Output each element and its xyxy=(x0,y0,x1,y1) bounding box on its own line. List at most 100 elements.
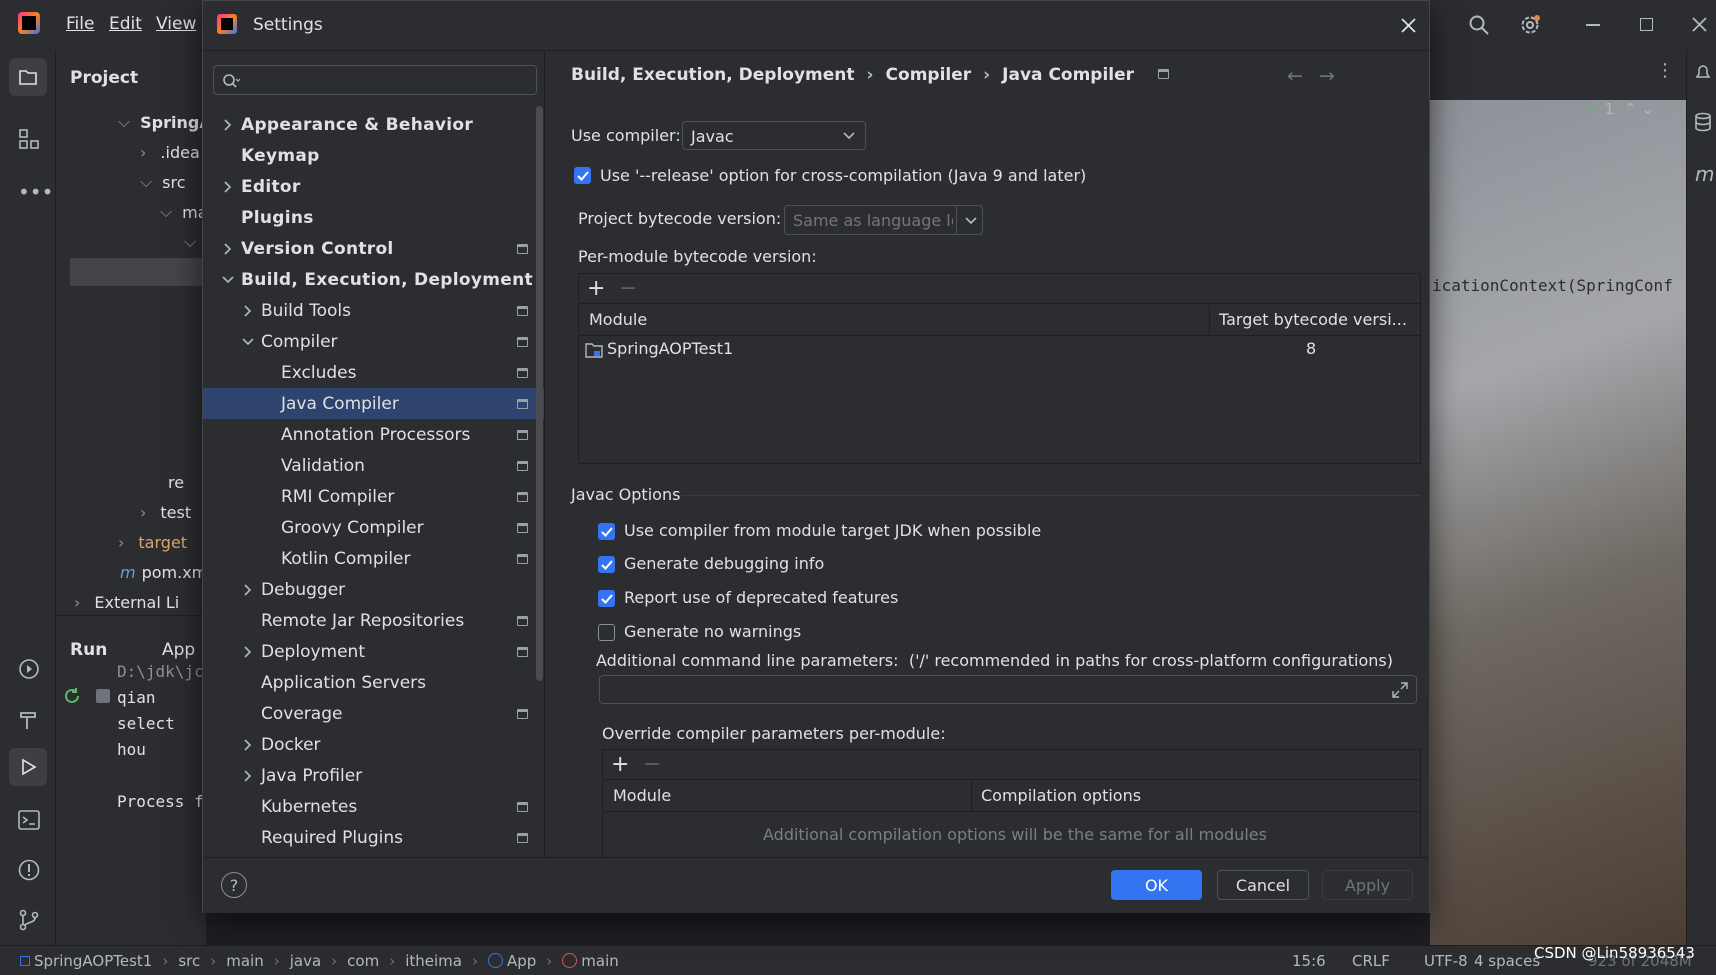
col-target-bytecode[interactable]: Target bytecode versi... xyxy=(1219,310,1407,329)
chevron-right-icon[interactable] xyxy=(221,118,235,132)
nav-item[interactable]: Remote Jar Repositories xyxy=(203,605,544,636)
bytecode-version-input[interactable] xyxy=(793,210,953,230)
git-branch-icon[interactable] xyxy=(17,908,41,932)
crumb[interactable]: itheima xyxy=(405,952,462,970)
terminal-icon[interactable] xyxy=(17,808,41,832)
nav-item[interactable]: Coverage xyxy=(203,698,544,729)
nav-item[interactable]: Build, Execution, Deployment xyxy=(203,264,544,295)
crumb[interactable]: main xyxy=(226,952,263,970)
maximize-button[interactable] xyxy=(1640,18,1653,31)
nav-item[interactable]: RMI Compiler xyxy=(203,481,544,512)
caret-position[interactable]: 15:6 xyxy=(1292,952,1326,970)
app-run-tab[interactable]: App xyxy=(162,640,195,660)
expand-icon[interactable] xyxy=(1392,682,1408,698)
back-arrow-icon[interactable]: ← xyxy=(1287,65,1303,87)
run-tool-button[interactable] xyxy=(9,748,47,786)
status-breadcrumb[interactable]: SpringAOPTest1 › src › main › java › com › itheima… xyxy=(20,952,619,970)
tree-selected-row[interactable] xyxy=(70,258,206,286)
crumb-build[interactable]: Build, Execution, Deployment xyxy=(571,65,855,85)
forward-arrow-icon[interactable]: → xyxy=(1319,65,1335,87)
nav-item[interactable]: Validation xyxy=(203,450,544,481)
nav-scrollbar[interactable] xyxy=(536,106,543,681)
chevron-right-icon[interactable] xyxy=(221,180,235,194)
nav-item[interactable]: Excludes xyxy=(203,357,544,388)
services-icon[interactable] xyxy=(17,657,41,681)
tree-item-test[interactable]: › test xyxy=(140,498,191,526)
javac-option-1-checkbox[interactable] xyxy=(598,556,615,573)
crumb[interactable]: SpringAOPTest1 xyxy=(34,952,152,970)
close-window-icon[interactable] xyxy=(1692,17,1707,32)
javac-option-2-checkbox[interactable] xyxy=(598,590,615,607)
minimize-button[interactable] xyxy=(1586,24,1600,26)
menu-view[interactable]: View xyxy=(156,14,196,34)
nav-item[interactable]: Docker xyxy=(203,729,544,760)
use-compiler-dropdown[interactable]: Javac xyxy=(682,121,866,150)
rerun-icon[interactable] xyxy=(62,686,82,706)
cmdline-input-box[interactable] xyxy=(599,675,1417,704)
tree-item-target[interactable]: › target xyxy=(118,528,187,556)
tree-item-idea[interactable]: › .idea xyxy=(140,138,200,166)
chevron-right-icon[interactable] xyxy=(241,645,255,659)
nav-item[interactable]: Groovy Compiler xyxy=(203,512,544,543)
release-option-label[interactable]: Use '--release' option for cross-compila… xyxy=(600,166,1086,185)
javac-option-0-checkbox[interactable] xyxy=(598,523,615,540)
remove-icon[interactable]: − xyxy=(643,752,661,777)
crumb-compiler[interactable]: Compiler xyxy=(886,65,972,85)
build-hammer-icon[interactable] xyxy=(17,708,41,732)
settings-gear-icon[interactable] xyxy=(1518,13,1542,37)
crumb[interactable]: src xyxy=(178,952,200,970)
javac-option-3-checkbox[interactable] xyxy=(598,624,615,641)
ok-button[interactable]: OK xyxy=(1111,870,1202,900)
chevron-right-icon[interactable] xyxy=(241,304,255,318)
javac-option-3-label[interactable]: Generate no warnings xyxy=(624,622,801,641)
editor-more-icon[interactable]: ⋮ xyxy=(1656,60,1674,81)
cmdline-input[interactable] xyxy=(608,679,1368,699)
col-compilation-options[interactable]: Compilation options xyxy=(981,786,1141,805)
chevron-down-icon[interactable] xyxy=(221,273,235,287)
indent-setting[interactable]: 4 spaces xyxy=(1474,952,1540,970)
nav-item[interactable]: Java Profiler xyxy=(203,760,544,791)
cancel-button[interactable]: Cancel xyxy=(1217,870,1309,900)
database-icon[interactable] xyxy=(1693,112,1713,132)
crumb[interactable]: App xyxy=(507,952,536,970)
tree-item-src[interactable]: ⌵ src xyxy=(140,168,186,196)
release-option-checkbox[interactable] xyxy=(574,167,591,184)
nav-item[interactable]: Version Control xyxy=(203,233,544,264)
crumb[interactable]: java xyxy=(290,952,321,970)
chevron-right-icon[interactable] xyxy=(241,738,255,752)
nav-item[interactable]: Kubernetes xyxy=(203,791,544,822)
project-tool-button[interactable] xyxy=(9,58,47,96)
settings-search-box[interactable] xyxy=(213,65,537,95)
chevron-down-icon[interactable] xyxy=(241,335,255,349)
structure-icon[interactable] xyxy=(18,128,40,150)
javac-option-2-label[interactable]: Report use of deprecated features xyxy=(624,588,898,607)
stop-icon[interactable] xyxy=(96,689,110,703)
file-encoding[interactable]: UTF-8 xyxy=(1424,952,1468,970)
nav-item[interactable]: Appearance & Behavior xyxy=(203,109,544,140)
search-everywhere-icon[interactable] xyxy=(1468,14,1490,36)
nav-item[interactable]: Kotlin Compiler xyxy=(203,543,544,574)
javac-option-0-label[interactable]: Use compiler from module target JDK when… xyxy=(624,521,1041,540)
javac-option-1-label[interactable]: Generate debugging info xyxy=(624,554,824,573)
nav-item[interactable]: Required Plugins xyxy=(203,822,544,853)
add-icon[interactable]: + xyxy=(611,752,629,777)
add-icon[interactable]: + xyxy=(587,276,605,301)
nav-item[interactable]: Java Compiler xyxy=(203,388,544,419)
table-row[interactable]: SpringAOPTest1 8 xyxy=(579,336,1420,364)
nav-item[interactable]: Deployment xyxy=(203,636,544,667)
remove-icon[interactable]: − xyxy=(619,276,637,301)
nav-item[interactable]: Plugins xyxy=(203,202,544,233)
notifications-bell-icon[interactable] xyxy=(1693,62,1713,82)
more-tools-icon[interactable]: ••• xyxy=(18,180,53,204)
col-module[interactable]: Module xyxy=(613,786,671,805)
run-tab[interactable]: Run xyxy=(70,640,107,660)
chevron-right-icon[interactable] xyxy=(221,242,235,256)
problems-icon[interactable] xyxy=(17,858,41,882)
crumb[interactable]: com xyxy=(347,952,379,970)
apply-button[interactable]: Apply xyxy=(1322,870,1413,900)
menu-file[interactable]: File xyxy=(66,14,94,34)
col-module[interactable]: Module xyxy=(589,310,647,329)
nav-item[interactable]: Application Servers xyxy=(203,667,544,698)
search-input[interactable] xyxy=(246,69,530,91)
crumb[interactable]: main xyxy=(581,952,618,970)
